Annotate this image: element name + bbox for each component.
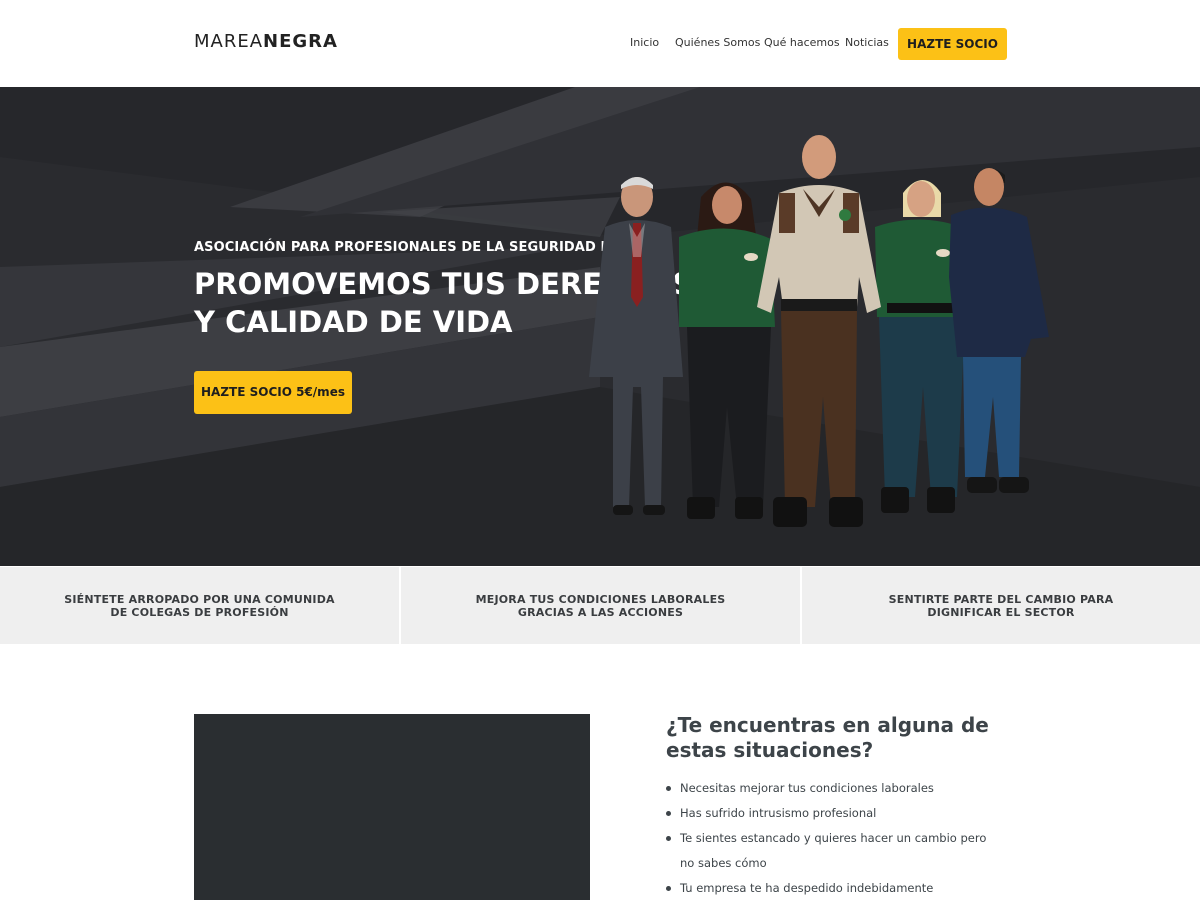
person-suit: [589, 177, 683, 515]
logo-bold: NEGRA: [263, 31, 338, 52]
logo-light: MAREA: [194, 31, 264, 52]
benefit-community-text: SIÉNTETE ARROPADO POR UNA COMUNIDA DE CO…: [64, 592, 335, 619]
site-header: MAREANEGRA Inicio Quiénes Somos Qué hace…: [0, 0, 1200, 87]
nav-quienes-somos[interactable]: Quiénes Somos: [675, 36, 760, 49]
logo[interactable]: MAREANEGRA: [194, 31, 338, 52]
list-item-text: Necesitas mejorar tus condiciones labora…: [680, 781, 934, 795]
video-placeholder[interactable]: [194, 714, 590, 900]
team-photo: [589, 135, 1049, 527]
benefit-community: SIÉNTETE ARROPADO POR UNA COMUNIDA DE CO…: [0, 567, 399, 644]
list-item: Has sufrido intrusismo profesional: [666, 801, 996, 826]
benefit-change-text: SENTIRTE PARTE DEL CAMBIO PARA DIGNIFICA…: [888, 592, 1114, 619]
nav-noticias[interactable]: Noticias: [845, 36, 889, 49]
person-guard-uniform: [757, 135, 881, 527]
nav-inicio[interactable]: Inicio: [630, 36, 659, 49]
bullet-icon: [666, 786, 671, 791]
benefit-conditions-text: MEJORA TUS CONDICIONES LABORALES GRACIAS…: [475, 592, 726, 619]
hazte-socio-hero-button[interactable]: HAZTE SOCIO 5€/mes: [194, 371, 352, 414]
list-item: Te sientes estancado y quieres hacer un …: [666, 826, 996, 876]
hero-section: ASOCIACIÓN PARA PROFESIONALES DE LA SEGU…: [0, 87, 1200, 566]
list-item-text: Has sufrido intrusismo profesional: [680, 806, 877, 820]
list-item-text: Te sientes estancado y quieres hacer un …: [680, 831, 987, 870]
list-item-text: Tu empresa te ha despedido indebidamente: [680, 881, 934, 895]
situations-title: ¿Te encuentras en alguna de estas situac…: [666, 713, 989, 762]
list-item: Tu empresa te ha despedido indebidamente: [666, 876, 996, 900]
list-item: Necesitas mejorar tus condiciones labora…: [666, 776, 996, 801]
bullet-icon: [666, 886, 671, 891]
bullet-icon: [666, 836, 671, 841]
benefit-change: SENTIRTE PARTE DEL CAMBIO PARA DIGNIFICA…: [802, 567, 1200, 644]
benefit-conditions: MEJORA TUS CONDICIONES LABORALES GRACIAS…: [401, 567, 800, 644]
hazte-socio-button[interactable]: HAZTE SOCIO: [898, 28, 1007, 60]
person-blue-shirt: [949, 168, 1049, 493]
person-green-woman-left: [679, 182, 775, 519]
bullet-icon: [666, 811, 671, 816]
situations-list: Necesitas mejorar tus condiciones labora…: [666, 776, 996, 900]
nav-que-hacemos[interactable]: Qué hacemos: [764, 36, 840, 49]
